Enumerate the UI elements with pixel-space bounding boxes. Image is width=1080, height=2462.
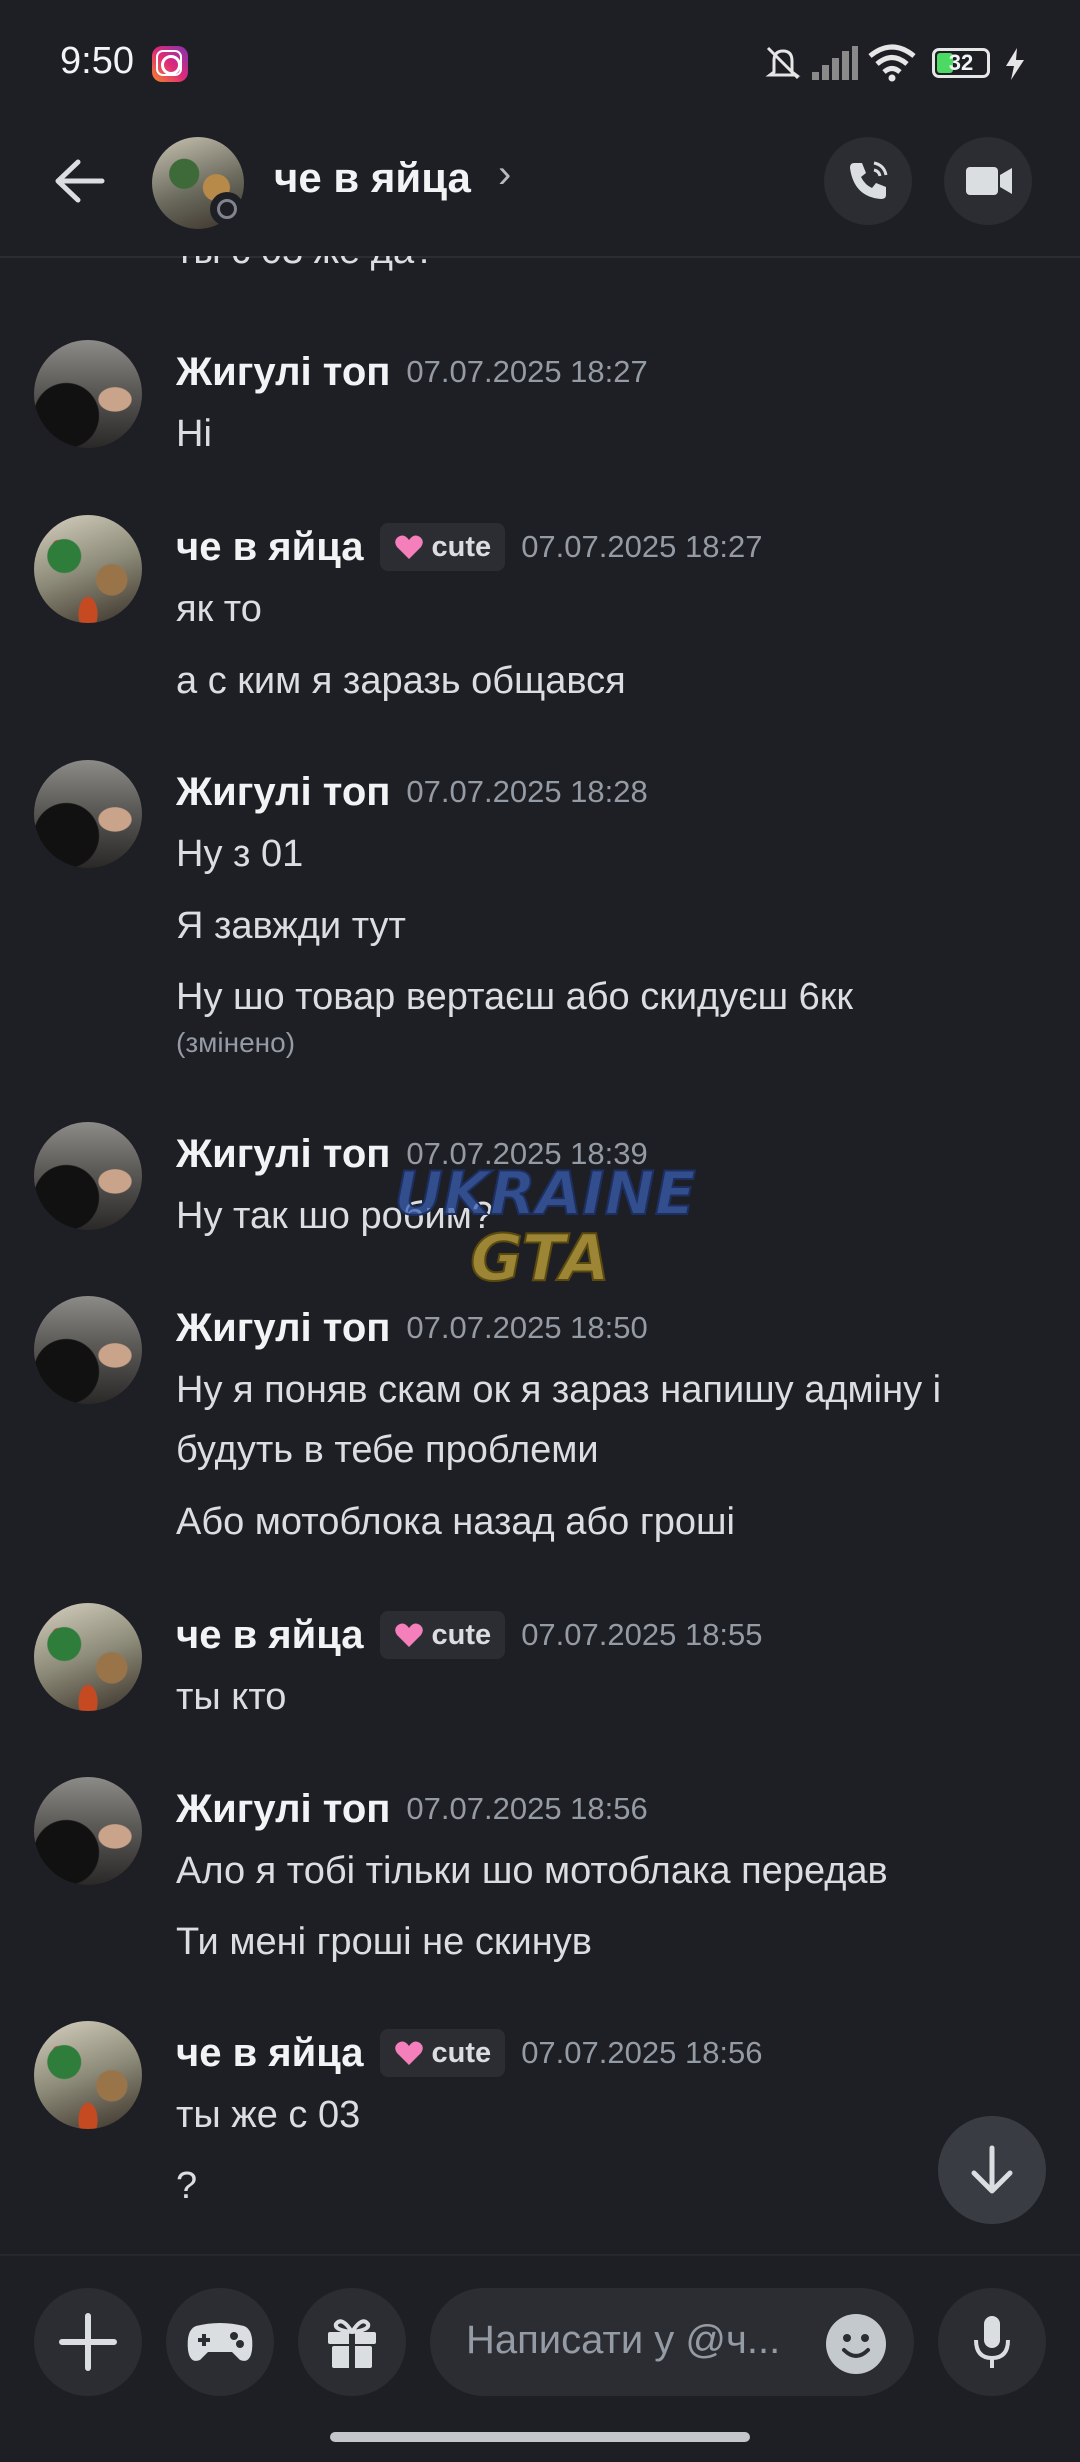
chevron-right-icon[interactable]: › (498, 152, 511, 197)
message-text[interactable]: будуть в тебе проблеми (176, 1420, 599, 1480)
message-author[interactable]: Жигулі топ (176, 350, 390, 395)
gift-icon (328, 2319, 376, 2368)
voice-call-button[interactable] (824, 137, 912, 225)
instagram-icon (152, 46, 188, 82)
back-arrow-icon[interactable] (48, 150, 110, 212)
avatar[interactable] (34, 1777, 142, 1885)
status-time: 9:50 (60, 40, 134, 82)
scroll-to-bottom-button[interactable] (938, 2116, 1046, 2224)
message-timestamp: 07.07.2025 18:56 (406, 1791, 648, 1826)
message-text[interactable]: ты же с 03 (176, 2085, 360, 2145)
home-indicator[interactable] (330, 2432, 750, 2442)
role-tag[interactable]: cute (379, 2029, 506, 2077)
wifi-icon (868, 44, 916, 82)
message-text[interactable]: Або мотоблока назад або гроші (176, 1492, 735, 1552)
message-timestamp: 07.07.2025 18:55 (521, 1617, 763, 1652)
battery-level: 32 (948, 50, 974, 75)
voice-message-button[interactable] (938, 2288, 1046, 2396)
message-timestamp: 07.07.2025 18:27 (521, 529, 763, 564)
offline-status-icon (210, 192, 244, 226)
role-tag-label: cute (431, 1618, 492, 1651)
message-author[interactable]: Жигулі топ (176, 1306, 390, 1351)
bell-off-icon (765, 46, 801, 80)
role-tag[interactable]: cute (379, 523, 506, 571)
message-text[interactable]: Я завжди тут (176, 896, 406, 956)
phone-call-icon (850, 161, 888, 199)
message-author[interactable]: Жигулі топ (176, 1787, 390, 1832)
message-author[interactable]: че в яйца (176, 1613, 364, 1658)
message-author[interactable]: че в яйца (176, 2031, 364, 2076)
activities-button[interactable] (166, 2288, 274, 2396)
message-text[interactable]: а с ким я заразь общався (176, 651, 626, 711)
page-title[interactable]: че в яйца (274, 154, 471, 202)
message-text[interactable]: Ні (176, 404, 212, 464)
message-text[interactable]: ? (176, 2156, 197, 2216)
watermark-line1: UKRAINE (394, 1159, 695, 1229)
gamepad-icon (187, 2323, 253, 2361)
avatar[interactable] (34, 515, 142, 623)
pink-heart-icon (394, 2041, 423, 2065)
role-tag[interactable]: cute (379, 1611, 506, 1659)
avatar[interactable] (34, 1122, 142, 1230)
emoji-icon[interactable] (826, 2314, 886, 2374)
video-camera-icon (966, 167, 1012, 195)
battery-icon: 32 (932, 48, 990, 78)
pink-heart-icon (394, 535, 423, 559)
message-author[interactable]: Жигулі топ (176, 770, 390, 815)
avatar[interactable] (34, 760, 142, 868)
message-author[interactable]: че в яйца (176, 525, 364, 570)
message-timestamp: 07.07.2025 18:28 (406, 774, 648, 809)
microphone-icon (974, 2316, 1010, 2368)
edited-label: (змінено) (176, 1027, 296, 1058)
message-timestamp: 07.07.2025 18:27 (406, 354, 648, 389)
message-input-placeholder[interactable]: Написати у @ч... (466, 2318, 796, 2363)
gift-button[interactable] (298, 2288, 406, 2396)
pink-heart-icon (394, 1623, 423, 1647)
avatar[interactable] (34, 340, 142, 448)
message-text[interactable]: Ало я тобі тільки шо мотоблака передав (176, 1841, 888, 1901)
avatar[interactable] (34, 1603, 142, 1711)
role-tag-label: cute (431, 2036, 492, 2069)
message-timestamp: 07.07.2025 18:56 (521, 2035, 763, 2070)
charging-bolt-icon (1006, 48, 1024, 80)
message-text[interactable]: Ти мені гроші не скинув (176, 1912, 592, 1972)
avatar[interactable] (34, 2021, 142, 2129)
message-text[interactable]: Ну з 01 (176, 824, 303, 884)
message-text[interactable]: Ну я поняв скам ок я зараз напишу адміну… (176, 1360, 941, 1420)
message-timestamp: 07.07.2025 18:50 (406, 1310, 648, 1345)
truncated-message-text: ты с 03 же да? (176, 256, 435, 273)
avatar[interactable] (34, 1296, 142, 1404)
message-text[interactable]: як то (176, 579, 262, 639)
message-text[interactable]: ты кто (176, 1667, 286, 1727)
role-tag-label: cute (431, 530, 492, 563)
video-call-button[interactable] (944, 137, 1032, 225)
signal-icon (812, 46, 858, 80)
message-text[interactable]: Ну шо товар вертаєш або скидуєш 6кк (176, 967, 853, 1027)
message-author[interactable]: Жигулі топ (176, 1132, 390, 1177)
arrow-down-icon (971, 2145, 1013, 2194)
attach-button[interactable] (34, 2288, 142, 2396)
watermark-line2: GTA (470, 1222, 610, 1296)
plus-icon (59, 2313, 117, 2371)
ukraine-gta-watermark: UKRAINE GTA (393, 1158, 696, 1297)
